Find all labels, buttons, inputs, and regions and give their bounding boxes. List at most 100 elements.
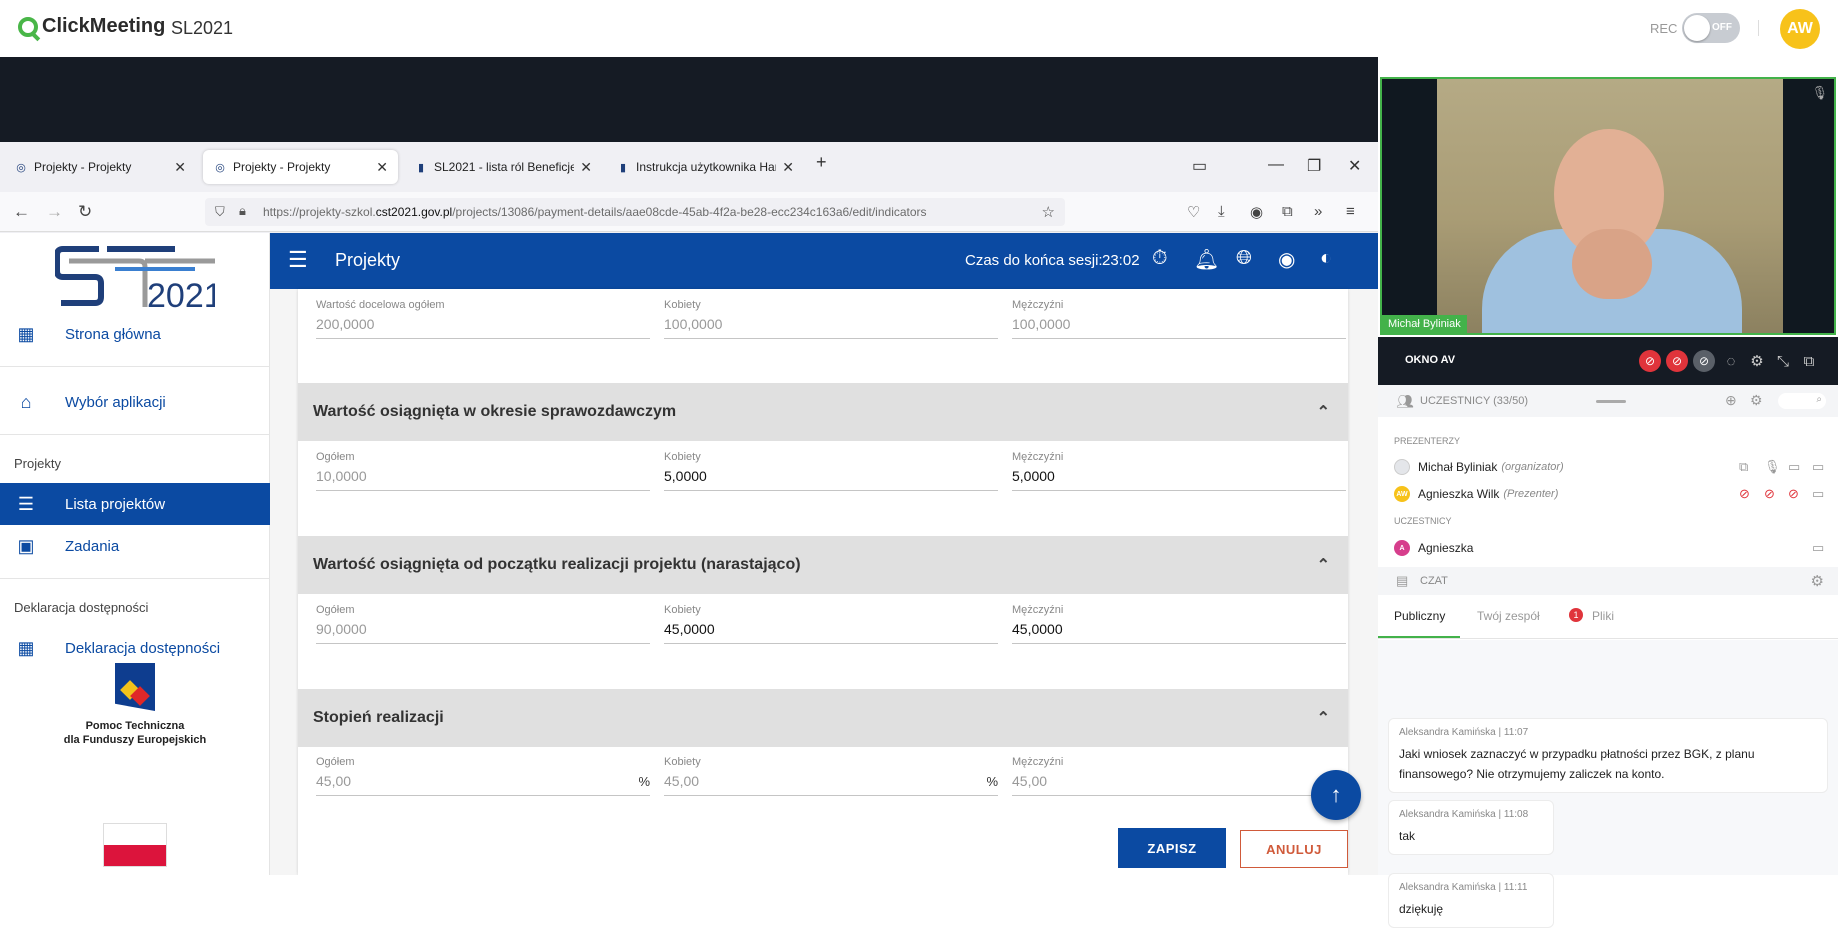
participants-search-input[interactable]: ⌕	[1778, 393, 1826, 409]
browser-tab-active[interactable]: ◎ Projekty - Projekty ✕	[203, 150, 398, 184]
chevron-up-icon[interactable]: ⌃	[1317, 708, 1330, 728]
hamburger-menu-icon[interactable]: ☰	[288, 247, 308, 273]
extensions-icon[interactable]: ⧉	[1282, 203, 1293, 220]
attendees-group-label: UCZESTNICY	[1394, 516, 1452, 526]
session-timer-label: Czas do końca sesji:	[965, 252, 1103, 269]
reporting-men-input[interactable]: Mężczyźni 5,0000	[1012, 451, 1346, 491]
rec-toggle[interactable]: OFF	[1682, 13, 1740, 43]
screen-icon[interactable]: ▭	[1812, 459, 1824, 475]
restore-icon[interactable]: ❐	[1307, 156, 1321, 176]
home-icon: ⌂	[20, 391, 32, 412]
pocket-icon[interactable]: ♡	[1187, 203, 1200, 221]
av-window-bar: OKNO AV ⊘ ⊘ ⊘ ◌ ⚙︎ ⤡ ⧉	[1378, 337, 1838, 385]
browser-tab[interactable]: ▮ SL2021 - lista ról Beneficjenta - ✕	[404, 150, 602, 184]
camera-off-icon[interactable]: ⊘	[1639, 350, 1661, 372]
promote-off-icon[interactable]: ⊘	[1739, 486, 1750, 502]
sidebar-section-projects: Projekty	[14, 456, 61, 471]
user-avatar[interactable]: AW	[1780, 9, 1820, 49]
forward-icon[interactable]: →	[46, 202, 63, 222]
cumulative-women-input[interactable]: Kobiety 45,0000	[664, 604, 998, 644]
avatar: AW	[1394, 486, 1410, 502]
url-text: https://projekty-szkol.cst2021.gov.pl/pr…	[263, 205, 927, 219]
participants-header[interactable]: 👥︎ UCZESTNICY (33/50) ⊕ ⚙︎ ⌕	[1378, 385, 1838, 417]
microphone-icon[interactable]: 🎙︎	[1764, 459, 1781, 475]
contrast-icon[interactable]: ◐	[1320, 247, 1332, 270]
new-tab-button[interactable]: +	[816, 152, 827, 173]
chat-header[interactable]: ▤ CZAT ⚙︎	[1378, 567, 1838, 595]
av-window-label: OKNO AV	[1405, 354, 1456, 366]
add-participant-icon[interactable]: ⊕	[1725, 392, 1737, 409]
promote-icon[interactable]: ⧉	[1739, 459, 1748, 475]
section-reporting-period[interactable]: Wartość osiągnięta w okresie sprawozdawc…	[298, 383, 1348, 441]
svg-text:2021: 2021	[147, 277, 215, 311]
screenshare-off-icon[interactable]: ⊘	[1693, 350, 1715, 372]
mic-off-icon[interactable]: ⊘	[1764, 486, 1775, 502]
session-timer-value: 23:02	[1102, 252, 1140, 269]
percent-unit: %	[638, 774, 650, 789]
camera-off-icon[interactable]: ⊘	[1788, 486, 1799, 502]
chevron-up-icon[interactable]: ⌃	[1317, 402, 1330, 422]
percent-unit: %	[986, 774, 998, 789]
reporting-women-input[interactable]: Kobiety 5,0000	[664, 451, 998, 491]
resize-grip[interactable]	[1596, 400, 1626, 403]
settings-gear-icon[interactable]: ⚙︎	[1746, 350, 1768, 372]
close-window-icon[interactable]: ✕	[1348, 156, 1361, 176]
stopwatch-icon[interactable]: ⏱︎	[1152, 247, 1168, 270]
account-circle-icon[interactable]: ◉	[1278, 247, 1295, 272]
chat-settings-icon[interactable]: ⚙︎	[1811, 572, 1824, 590]
avatar	[1394, 459, 1410, 475]
chevron-up-icon[interactable]: ⌃	[1317, 555, 1330, 575]
tab-files[interactable]: Pliki	[1592, 609, 1614, 623]
menu-icon[interactable]: ≡	[1346, 203, 1355, 220]
save-button[interactable]: ZAPISZ	[1118, 828, 1226, 868]
clickmeeting-logo-icon	[18, 16, 38, 37]
reporting-total-field: Ogółem 10,0000	[316, 451, 650, 491]
url-field[interactable]: ⛉ 🔒︎ https://projekty-szkol.cst2021.gov.…	[205, 198, 1065, 226]
indicators-form: Wartość docelowa ogółem 200,0000 Kobiety…	[298, 289, 1348, 875]
arrow-up-icon: ↑	[1330, 782, 1342, 807]
exit-fullscreen-icon[interactable]: ⤡	[1772, 350, 1794, 372]
chat-bubble-icon[interactable]: ◌	[1720, 350, 1742, 372]
mic-off-icon[interactable]: ⊘	[1666, 350, 1688, 372]
reload-icon[interactable]: ↻	[78, 202, 92, 222]
tab-public[interactable]: Publiczny	[1394, 609, 1445, 623]
sidebar-item-home-page[interactable]: ▦ Strona główna	[0, 313, 270, 355]
browser-tab[interactable]: ▮ Instrukcja użytkownika Harmonogr ✕	[606, 150, 804, 184]
close-tab-icon[interactable]: ✕	[580, 159, 592, 176]
lock-icon[interactable]: 🔒︎	[239, 203, 246, 219]
camera-icon[interactable]: ▭	[1788, 459, 1800, 475]
scroll-to-top-button[interactable]: ↑	[1311, 770, 1361, 820]
notifications-icon[interactable]: 🔔︎	[1194, 247, 1219, 272]
account-icon[interactable]: ◉	[1250, 203, 1263, 221]
chat-icon: ▤	[1396, 573, 1409, 588]
participants-settings-icon[interactable]: ⚙︎	[1750, 392, 1763, 409]
minimize-icon[interactable]: —	[1268, 156, 1284, 174]
popout-icon[interactable]: ⧉	[1798, 350, 1820, 372]
download-icon[interactable]: ⤓	[1218, 203, 1225, 220]
cancel-button[interactable]: ANULUJ	[1240, 830, 1348, 868]
browser-tab[interactable]: ◎ Projekty - Projekty ✕	[4, 150, 196, 184]
tab-list-icon[interactable]: ▭	[1192, 156, 1207, 176]
shield-icon[interactable]: ⛉	[215, 204, 225, 220]
sidebar-item-choose-app[interactable]: ⌂ Wybór aplikacji	[0, 381, 270, 423]
cumulative-men-input[interactable]: Mężczyźni 45,0000	[1012, 604, 1346, 644]
screen-icon[interactable]: ▭	[1812, 540, 1824, 556]
sidebar-item-tasks[interactable]: ▣ Zadania	[0, 525, 270, 567]
section-completion-rate[interactable]: Stopień realizacji ⌃	[298, 689, 1348, 747]
close-tab-icon[interactable]: ✕	[174, 159, 186, 176]
presenter-video[interactable]: 🎙︎ Michał Byliniak	[1380, 77, 1836, 335]
clickmeeting-side-panel: 🎙︎ Michał Byliniak OKNO AV ⊘ ⊘ ⊘ ◌ ⚙︎ ⤡ …	[1378, 57, 1838, 928]
bookmark-star-icon[interactable]: ☆	[1042, 203, 1055, 221]
close-tab-icon[interactable]: ✕	[376, 159, 388, 176]
screen-icon[interactable]: ▭	[1812, 486, 1824, 502]
participant-row[interactable]: A Agnieszka	[1394, 537, 1834, 559]
tab-your-team[interactable]: Twój zespół	[1477, 609, 1540, 623]
chat-message-list: Aleksandra Kamińska | 11:07 Jaki wniosek…	[1378, 640, 1838, 928]
sidebar-item-project-list[interactable]: ☰ Lista projektów	[0, 483, 270, 525]
section-cumulative[interactable]: Wartość osiągnięta od początku realizacj…	[298, 536, 1348, 594]
app-title: Projekty	[335, 250, 401, 270]
language-globe-icon[interactable]: 🌐︎	[1236, 247, 1252, 270]
close-tab-icon[interactable]: ✕	[782, 159, 794, 176]
overflow-icon[interactable]: »	[1314, 203, 1322, 220]
back-icon[interactable]: ←	[13, 202, 30, 222]
